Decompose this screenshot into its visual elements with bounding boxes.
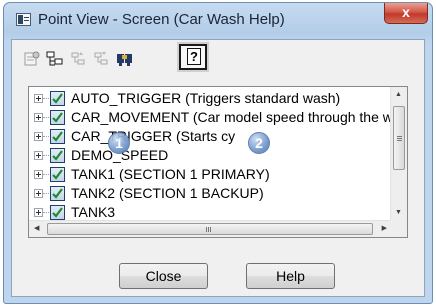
expand-plus-icon[interactable]	[34, 170, 43, 179]
horizontal-scrollbar[interactable]: ◀ ▶	[29, 220, 391, 237]
scroll-down-icon[interactable]: ▼	[395, 209, 402, 216]
point-view-window: Point View - Screen (Car Wash Help) x ? …	[3, 2, 433, 304]
expand-plus-icon[interactable]	[34, 113, 43, 122]
tree-row-label: CAR_MOVEMENT (Car model speed through th…	[71, 109, 391, 125]
tree-row[interactable]: TANK3	[29, 203, 391, 221]
help-icon: ?	[187, 48, 201, 65]
expand-tree-icon[interactable]	[69, 50, 87, 68]
tree-connector	[43, 174, 49, 175]
tree-row-label: TANK1 (SECTION 1 PRIMARY)	[71, 166, 270, 182]
tree-structure-icon[interactable]	[46, 50, 64, 68]
scrollbar-corner	[390, 220, 407, 237]
find-icon[interactable]	[116, 50, 134, 68]
row-checkbox[interactable]	[50, 186, 65, 201]
window-close-button[interactable]: x	[384, 3, 428, 24]
tree-row[interactable]: DEMO_SPEED	[29, 146, 391, 164]
tree-row[interactable]: CAR_MOVEMENT (Car model speed through th…	[29, 108, 391, 126]
scroll-left-icon[interactable]: ◀	[34, 224, 39, 232]
point-tree[interactable]: AUTO_TRIGGER (Triggers standard wash) CAR…	[28, 86, 408, 238]
row-checkbox[interactable]	[50, 167, 65, 182]
tree-row[interactable]: TANK1 (SECTION 1 PRIMARY)	[29, 165, 391, 183]
scroll-up-icon[interactable]: ▲	[395, 91, 402, 98]
toolbar: ?	[12, 40, 424, 76]
tree-row-label: CAR_TRIGGER (Starts cy	[71, 128, 236, 144]
scroll-right-icon[interactable]: ▶	[382, 224, 387, 232]
expand-plus-icon[interactable]	[34, 94, 43, 103]
vertical-scrollbar[interactable]: ▲ ▼	[390, 87, 407, 220]
tree-row-label: AUTO_TRIGGER (Triggers standard wash)	[71, 90, 341, 106]
tree-rows: AUTO_TRIGGER (Triggers standard wash) CAR…	[29, 89, 391, 221]
title-bar[interactable]: Point View - Screen (Car Wash Help) x	[4, 3, 432, 39]
window-title: Point View - Screen (Car Wash Help)	[38, 11, 285, 28]
close-button[interactable]: Close	[119, 263, 208, 289]
dialog-body: ? AUTO_TRIGGER (Triggers standard wash) C…	[11, 39, 425, 297]
row-checkbox[interactable]	[50, 148, 65, 163]
row-checkbox[interactable]	[50, 91, 65, 106]
help-toolbar-button[interactable]: ?	[179, 44, 207, 70]
tree-row[interactable]: AUTO_TRIGGER (Triggers standard wash)	[29, 89, 391, 107]
tree-row[interactable]: CAR_TRIGGER (Starts cy	[29, 127, 391, 145]
tree-connector	[43, 212, 49, 213]
tree-row-label: TANK3	[71, 204, 116, 220]
tree-connector	[43, 155, 49, 156]
expand-plus-icon[interactable]	[34, 132, 43, 141]
help-button[interactable]: Help	[246, 263, 335, 289]
vertical-scroll-thumb[interactable]	[393, 106, 405, 170]
tree-connector	[43, 117, 49, 118]
window-app-icon	[16, 13, 31, 26]
tree-connector	[43, 98, 49, 99]
callout-2: 2	[248, 132, 270, 154]
expand-plus-icon[interactable]	[34, 189, 43, 198]
tree-row[interactable]: TANK2 (SECTION 1 BACKUP)	[29, 184, 391, 202]
tree-row-label: TANK2 (SECTION 1 BACKUP)	[71, 185, 264, 201]
tree-connector	[43, 193, 49, 194]
properties-icon[interactable]	[23, 50, 41, 68]
row-checkbox[interactable]	[50, 110, 65, 125]
expand-plus-icon[interactable]	[34, 151, 43, 160]
collapse-tree-icon[interactable]	[92, 50, 110, 68]
expand-plus-icon[interactable]	[34, 208, 43, 217]
tree-connector	[43, 136, 49, 137]
horizontal-scroll-thumb[interactable]	[47, 223, 373, 235]
callout-1: 1	[108, 132, 130, 154]
row-checkbox[interactable]	[50, 205, 65, 220]
row-checkbox[interactable]	[50, 129, 65, 144]
